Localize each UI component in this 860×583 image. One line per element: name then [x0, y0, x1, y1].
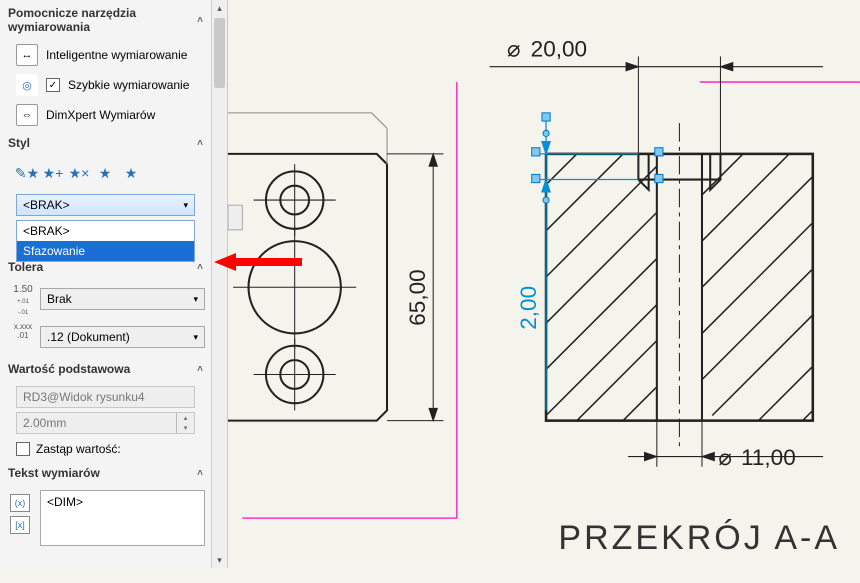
- dim-11-diasym: ⌀: [718, 445, 732, 470]
- dim-65: 65,00: [405, 269, 430, 325]
- baseval-value-text: 2.00mm: [23, 416, 66, 430]
- style-option-sfazowanie[interactable]: Sfazowanie: [17, 241, 194, 261]
- property-panel: Pomocnicze narzędzia wymiarowania ˄ ↔ In…: [0, 0, 228, 568]
- style-remove-icon[interactable]: ★×: [68, 162, 90, 184]
- drawing-svg: 65,00: [228, 0, 860, 583]
- style-add-icon[interactable]: ★+: [42, 162, 64, 184]
- section-label: PRZEKRÓJ A-A: [558, 519, 840, 558]
- section-style[interactable]: Styl ˄: [0, 130, 211, 156]
- dim-20-diasym: ⌀: [507, 36, 521, 61]
- red-annotation-arrow: [214, 252, 302, 272]
- section-dimtext[interactable]: Tekst wymiarów ˄: [0, 460, 211, 486]
- chevron-up-icon: ˄: [197, 138, 203, 149]
- dimxpert-icon: ⇔: [16, 104, 38, 126]
- chevron-up-icon: ˄: [197, 262, 203, 273]
- spin-up-icon[interactable]: ▴: [176, 413, 194, 423]
- override-row[interactable]: Zastąp wartość:: [0, 438, 211, 460]
- panel-scrollbar[interactable]: ▴ ▾: [211, 0, 227, 568]
- panel-scroll-area: Pomocnicze narzędzia wymiarowania ˄ ↔ In…: [0, 0, 211, 568]
- baseval-value-field[interactable]: 2.00mm ▴ ▾: [16, 412, 195, 434]
- smart-dim-icon: ↔: [16, 44, 38, 66]
- baseval-ref-text: RD3@Widok rysunku4: [23, 390, 145, 404]
- chevron-down-icon: ▾: [183, 200, 188, 211]
- smart-dim-label: Inteligentne wymiarowanie: [46, 48, 187, 62]
- style-apply-icon[interactable]: ✎★: [16, 162, 38, 184]
- section-dim-tools-label: Pomocnicze narzędzia wymiarowania: [8, 6, 197, 34]
- section-dim-tools[interactable]: Pomocnicze narzędzia wymiarowania ˄: [0, 0, 211, 40]
- dimtext-format1-icon[interactable]: (x): [10, 494, 30, 512]
- rapid-dim-label: Szybkie wymiarowanie: [68, 78, 189, 92]
- chevron-down-icon: ▾: [193, 332, 198, 343]
- chevron-up-icon: ˄: [197, 15, 203, 26]
- chevron-up-icon: ˄: [197, 364, 203, 375]
- style-select[interactable]: <BRAK> ▾: [16, 194, 195, 216]
- chevron-up-icon: ˄: [197, 468, 203, 479]
- section-baseval[interactable]: Wartość podstawowa ˄: [0, 356, 211, 382]
- dimtext-value: <DIM>: [47, 495, 83, 509]
- rapid-dim-icon: ◎: [16, 74, 38, 96]
- override-checkbox[interactable]: [16, 442, 30, 456]
- dim-20: 20,00: [531, 36, 587, 61]
- baseval-ref-field: RD3@Widok rysunku4: [16, 386, 195, 408]
- scroll-down-icon[interactable]: ▾: [212, 552, 227, 568]
- override-label: Zastąp wartość:: [36, 442, 121, 456]
- section-style-label: Styl: [8, 136, 30, 150]
- dim-11: 11,00: [741, 445, 796, 470]
- scroll-up-icon[interactable]: ▴: [212, 0, 227, 16]
- style-icon-bar: ✎★ ★+ ★× ★ ★: [0, 156, 211, 190]
- section-tolerance-label: Tolera: [8, 260, 43, 274]
- tolerance-type-value: Brak: [47, 292, 72, 306]
- precision-select[interactable]: .12 (Dokument) ▾: [40, 326, 205, 348]
- tolerance-type-icon: 1.50+.01-.01: [12, 284, 34, 317]
- precision-value: .12 (Dokument): [47, 330, 130, 344]
- rapid-dim-checkbox[interactable]: ✓: [46, 78, 60, 92]
- section-dimtext-label: Tekst wymiarów: [8, 466, 100, 480]
- smart-dim-row[interactable]: ↔ Inteligentne wymiarowanie: [0, 40, 211, 70]
- dimxpert-row[interactable]: ⇔ DimXpert Wymiarów: [0, 100, 211, 130]
- rapid-dim-row[interactable]: ◎ ✓ Szybkie wymiarowanie: [0, 70, 211, 100]
- style-select-value: <BRAK>: [23, 198, 70, 212]
- spin-buttons: ▴ ▾: [176, 413, 194, 433]
- style-load-icon[interactable]: ★: [120, 162, 142, 184]
- chevron-down-icon: ▾: [193, 294, 198, 305]
- style-save-icon[interactable]: ★: [94, 162, 116, 184]
- section-baseval-label: Wartość podstawowa: [8, 362, 130, 376]
- dimxpert-label: DimXpert Wymiarów: [46, 108, 155, 122]
- dimtext-format2-icon[interactable]: [x]: [10, 516, 30, 534]
- spin-down-icon[interactable]: ▾: [176, 423, 194, 433]
- tolerance-type-select[interactable]: Brak ▾: [40, 288, 205, 310]
- drawing-canvas[interactable]: 65,00: [228, 0, 860, 568]
- style-option-brak[interactable]: <BRAK>: [17, 221, 194, 241]
- precision-icon: x.xxx.01: [12, 322, 34, 340]
- dimtext-input[interactable]: <DIM>: [40, 490, 205, 546]
- dim-2: 2,00: [516, 286, 541, 330]
- scroll-thumb[interactable]: [214, 18, 225, 88]
- style-dropdown-list: <BRAK> Sfazowanie: [16, 220, 195, 262]
